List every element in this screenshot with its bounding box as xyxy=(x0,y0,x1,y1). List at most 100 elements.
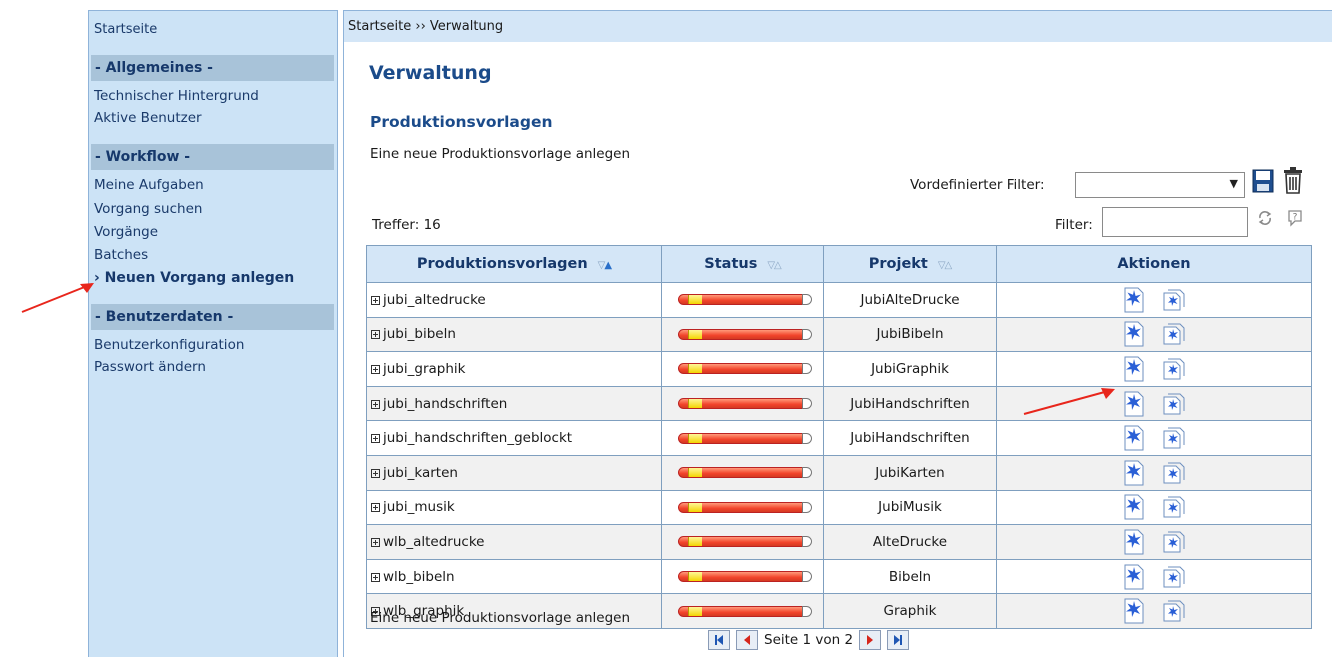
template-name-cell[interactable]: wlb_altedrucke xyxy=(366,524,662,560)
new-process-icon[interactable] xyxy=(1123,425,1145,451)
status-progress-bar xyxy=(677,467,812,479)
sort-icon[interactable]: ▽△ xyxy=(767,260,781,271)
next-page-button[interactable] xyxy=(859,630,882,650)
filter-input[interactable] xyxy=(1102,207,1248,237)
new-template-link-bottom[interactable]: Eine neue Produktionsvorlage anlegen xyxy=(370,610,630,626)
sidebar-item-passwort-aendern[interactable]: Passwort ändern xyxy=(94,359,206,375)
status-progress-bar xyxy=(677,571,812,583)
hits-count: Treffer: 16 xyxy=(372,217,441,233)
template-name-cell[interactable]: jubi_handschriften_geblockt xyxy=(366,420,662,456)
status-progress-bar xyxy=(677,536,812,548)
help-icon[interactable]: ? xyxy=(1286,209,1304,227)
new-process-icon[interactable] xyxy=(1123,494,1145,520)
mass-import-icon[interactable] xyxy=(1163,289,1185,311)
sidebar-item-meine-aufgaben[interactable]: Meine Aufgaben xyxy=(94,177,204,193)
template-name-cell[interactable]: jubi_bibeln xyxy=(366,316,662,353)
sidebar-section-benutzerdaten: - Benutzerdaten - xyxy=(91,304,334,330)
expand-icon[interactable] xyxy=(371,537,380,547)
column-header-status[interactable]: Status ▽△ xyxy=(661,245,824,283)
expand-icon[interactable] xyxy=(371,572,380,582)
mass-import-icon[interactable] xyxy=(1163,427,1185,449)
expand-icon[interactable] xyxy=(371,503,380,513)
status-progress-bar xyxy=(677,363,812,375)
actions-cell xyxy=(996,420,1312,456)
status-progress-bar xyxy=(677,432,812,444)
previous-page-icon xyxy=(744,635,750,645)
project-cell: JubiHandschriften xyxy=(823,420,997,456)
status-progress-bar xyxy=(677,501,812,513)
sidebar-item-benutzerkonfiguration[interactable]: Benutzerkonfiguration xyxy=(94,337,244,353)
template-name: jubi_graphik xyxy=(383,360,466,377)
column-header-projekt[interactable]: Projekt ▽△ xyxy=(823,245,997,283)
table-row: jubi_handschriften_geblockt JubiHandschri… xyxy=(366,420,1312,456)
project-cell: AlteDrucke xyxy=(823,524,997,560)
mass-import-icon[interactable] xyxy=(1163,496,1185,518)
template-name-cell[interactable]: jubi_musik xyxy=(366,489,662,526)
chevron-down-icon: ▼ xyxy=(1229,177,1238,190)
sidebar-item-vorgaenge[interactable]: Vorgänge xyxy=(94,224,158,240)
sidebar-item-technischer-hintergrund[interactable]: Technischer Hintergrund xyxy=(94,88,259,104)
new-process-icon[interactable] xyxy=(1123,529,1145,555)
expand-icon[interactable] xyxy=(371,399,380,409)
status-progress-bar xyxy=(677,294,812,306)
template-name: jubi_musik xyxy=(383,499,455,516)
new-process-icon[interactable] xyxy=(1123,564,1145,590)
project-cell: Bibeln xyxy=(823,558,997,595)
template-name-cell[interactable]: jubi_handschriften xyxy=(366,385,662,422)
template-name-cell[interactable]: wlb_bibeln xyxy=(366,558,662,595)
expand-icon[interactable] xyxy=(371,330,380,340)
previous-page-button[interactable] xyxy=(736,630,758,650)
sort-icon[interactable]: ▽△ xyxy=(938,260,952,271)
template-name-cell[interactable]: jubi_graphik xyxy=(366,351,662,387)
breadcrumb[interactable]: Startseite ›› Verwaltung xyxy=(343,10,1332,42)
sidebar-item-neuen-vorgang-anlegen[interactable]: › Neuen Vorgang anlegen xyxy=(94,270,294,286)
sort-icon[interactable]: ▽▲ xyxy=(598,260,612,271)
expand-icon[interactable] xyxy=(371,364,380,374)
new-process-icon[interactable] xyxy=(1123,321,1145,347)
actions-cell xyxy=(996,282,1312,318)
actions-cell xyxy=(996,489,1312,526)
mass-import-icon[interactable] xyxy=(1163,566,1185,588)
preset-filter-label: Vordefinierter Filter: xyxy=(910,177,1045,193)
project-cell: JubiBibeln xyxy=(823,316,997,353)
new-process-icon[interactable] xyxy=(1123,460,1145,486)
last-page-icon xyxy=(894,635,903,645)
table-row: jubi_altedrucke JubiAlteDrucke xyxy=(366,282,1312,318)
table-row: jubi_graphik JubiGraphik xyxy=(366,351,1312,387)
sidebar-item-vorgang-suchen[interactable]: Vorgang suchen xyxy=(94,201,202,217)
project-cell: JubiMusik xyxy=(823,489,997,526)
preset-filter-select[interactable]: ▼ xyxy=(1075,172,1245,198)
column-header-produktionsvorlagen[interactable]: Produktionsvorlagen ▽▲ xyxy=(366,245,662,283)
mass-import-icon[interactable] xyxy=(1163,358,1185,380)
template-name-cell[interactable]: jubi_altedrucke xyxy=(366,282,662,318)
save-icon[interactable] xyxy=(1252,169,1274,193)
mass-import-icon[interactable] xyxy=(1163,531,1185,553)
mass-import-icon[interactable] xyxy=(1163,462,1185,484)
last-page-button[interactable] xyxy=(887,630,910,650)
first-page-button[interactable] xyxy=(708,630,730,650)
mass-import-icon[interactable] xyxy=(1163,323,1185,345)
trash-icon[interactable] xyxy=(1282,166,1304,194)
actions-cell xyxy=(996,558,1312,595)
sidebar-home-link[interactable]: Startseite xyxy=(94,22,157,37)
expand-icon[interactable] xyxy=(371,468,380,478)
table-row: wlb_bibeln Bibeln xyxy=(366,558,1312,595)
new-template-link-top[interactable]: Eine neue Produktionsvorlage anlegen xyxy=(370,146,630,162)
expand-icon[interactable] xyxy=(371,434,380,444)
new-process-icon[interactable] xyxy=(1123,287,1145,313)
new-process-icon[interactable] xyxy=(1123,391,1145,417)
new-process-icon[interactable] xyxy=(1123,356,1145,382)
template-name: jubi_handschriften_geblockt xyxy=(383,430,573,447)
project-cell: Graphik xyxy=(823,593,997,629)
project-cell: JubiAlteDrucke xyxy=(823,282,997,318)
new-process-icon[interactable] xyxy=(1123,598,1145,624)
sidebar-item-batches[interactable]: Batches xyxy=(94,247,148,263)
template-name-cell[interactable]: jubi_karten xyxy=(366,454,662,491)
mass-import-icon[interactable] xyxy=(1163,393,1185,415)
expand-icon[interactable] xyxy=(371,295,380,305)
sidebar: Startseite - Allgemeines - Technischer H… xyxy=(88,10,338,657)
sidebar-item-aktive-benutzer[interactable]: Aktive Benutzer xyxy=(94,110,202,126)
refresh-icon[interactable] xyxy=(1256,209,1274,227)
table-row: jubi_bibeln JubiBibeln xyxy=(366,316,1312,353)
mass-import-icon[interactable] xyxy=(1163,600,1185,622)
